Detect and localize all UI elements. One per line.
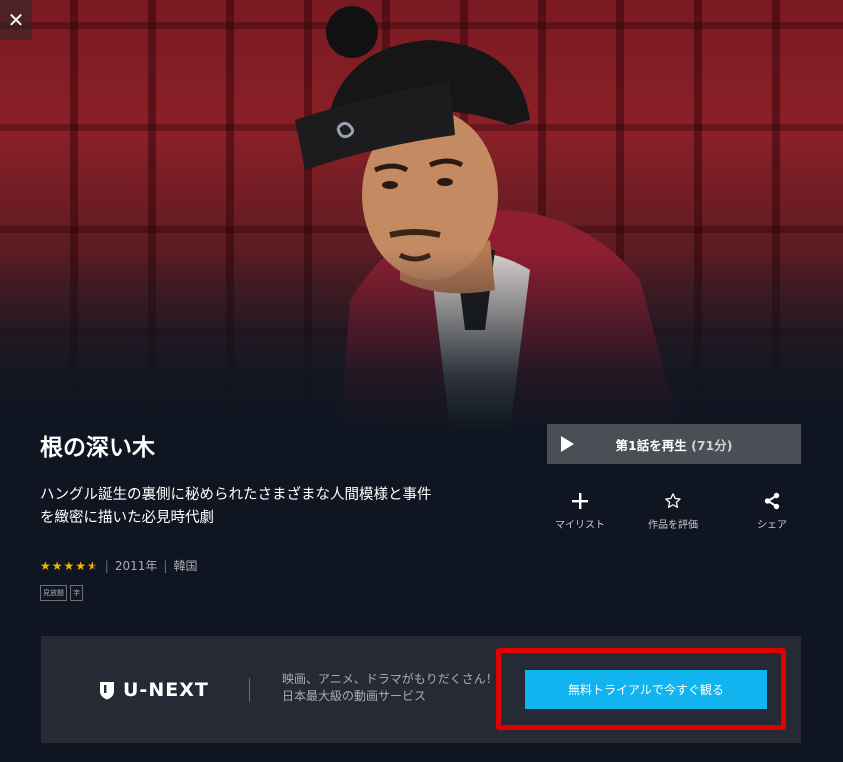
star-outline-icon [633,488,713,514]
play-button-label: 第1話を再生 (71分) [547,435,801,454]
share-label: シェア [757,520,787,531]
plus-icon [540,488,620,514]
unext-logo: U-NEXT [99,679,209,701]
meta-separator: | [104,558,109,573]
description-line: を緻密に描いた必見時代劇 [40,510,214,526]
unlimited-badge: 見放題 [40,585,67,601]
meta-separator: | [163,558,168,573]
mylist-button[interactable]: マイリスト [540,488,620,531]
badges: 見放題 字 [40,585,83,601]
half-star-icon: ★ [87,558,99,573]
play-duration: (71分) [691,437,733,453]
full-stars-icon: ★★★★ [40,558,88,573]
description-line: ハングル誕生の裏側に秘められたさまざまな人間模様と事件 [40,487,432,503]
country: 韓国 [173,559,198,573]
free-trial-button[interactable]: 無料トライアルで今すぐ観る [525,670,767,709]
action-bar: マイリスト 作品を評価 シェア [540,488,805,538]
description: ハングル誕生の裏側に秘められたさまざまな人間模様と事件 を緻密に描いた必見時代劇 [40,484,480,530]
unext-wordmark: U-NEXT [123,679,209,701]
play-label-text: 第1話を再生 [615,437,687,453]
rate-button[interactable]: 作品を評価 [633,488,713,531]
play-icon [561,436,574,452]
promo-text: 映画、アニメ、ドラマがもりだくさん！ 日本最大級の動画サービス [282,671,498,705]
share-icon [732,488,812,514]
play-episode-button[interactable]: 第1話を再生 (71分) [547,424,801,464]
mylist-label: マイリスト [555,520,605,531]
release-year: 2011年 [114,559,158,573]
promo-text-line: 映画、アニメ、ドラマがもりだくさん！ [282,672,498,686]
subtitle-badge: 字 [70,585,83,601]
meta-info: ★★★★★ | 2011年 | 韓国 [40,557,197,574]
share-button[interactable]: シェア [732,488,812,531]
hero-fade-overlay [0,250,843,430]
page-title: 根の深い木 [40,435,155,461]
promo-text-line: 日本最大級の動画サービス [282,689,427,703]
rate-label: 作品を評価 [648,520,698,531]
promo-divider [249,678,250,702]
close-icon: ✕ [7,8,25,32]
rating-stars: ★★★★★ [40,559,99,573]
unext-shield-icon [100,681,114,699]
hero-image [0,0,843,430]
close-button[interactable]: ✕ [0,0,32,40]
